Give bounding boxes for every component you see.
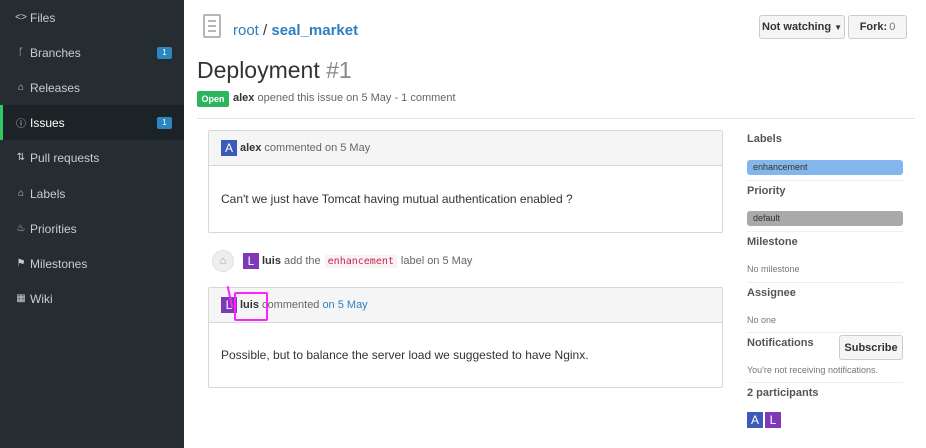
sidebar-item-label: Milestones [30,256,88,271]
comment-text: Possible, but to balance the server load… [221,348,589,362]
issue-meta-text: opened this issue on 5 May - 1 comment [257,92,456,104]
annotation-box [234,292,268,321]
fork-button-label: Fork: [859,21,888,33]
label-event: ⌂ L luis add the enhancement label on 5 … [212,250,472,272]
issue-title-text: Deployment [197,57,320,83]
divider [747,332,903,333]
repo-icon [203,14,221,38]
avatar[interactable]: L [765,412,781,428]
comment: A alex commented on 5 May Can't we just … [208,130,723,233]
event-author-link[interactable]: luis [262,255,281,267]
issue-icon: ⓘ [16,119,26,130]
sidebar-item-pull-requests[interactable]: ⇅ Pull requests [0,140,184,175]
assignee-heading[interactable]: Assignee [747,287,796,299]
fork-count: 0 [889,21,896,33]
comment-action: commented [261,299,320,311]
participants-list: A L [747,412,783,428]
sidebar-item-label: Branches [30,45,81,60]
divider [747,382,903,383]
watch-button[interactable]: Not watching ▼ [759,15,845,39]
sidebar-item-branches[interactable]: ᚴ Branches 1 [0,35,184,70]
tag-icon: ⌂ [212,250,234,272]
breadcrumb-repo-link[interactable]: seal_market [271,22,358,39]
notifications-status: You're not receiving notifications. [747,365,878,375]
sidebar-item-releases[interactable]: ⌂ Releases [0,70,184,105]
breadcrumb-owner-link[interactable]: root [233,22,259,39]
milestone-value: No milestone [747,264,800,274]
status-badge: Open [197,91,229,107]
pull-request-icon: ⇅ [16,152,26,163]
subscribe-button[interactable]: Subscribe [839,335,903,360]
avatar[interactable]: L [243,253,259,269]
branch-icon: ᚴ [18,47,24,58]
milestone-icon: ⚑ [16,258,26,269]
comment-action: commented on 5 May [264,142,371,154]
avatar[interactable]: A [747,412,763,428]
comment-date-link[interactable]: on 5 May [322,299,367,311]
comment: L luis commented on 5 May Possible, but … [208,287,723,388]
repo-sidebar: <> Files ᚴ Branches 1 ⌂ Releases ⓘ Issue… [0,0,184,448]
event-label-name: enhancement [324,254,397,268]
issue-number: #1 [326,57,352,83]
comment-text: Can't we just have Tomcat having mutual … [221,192,573,206]
avatar[interactable]: A [221,140,237,156]
book-icon: ▦ [16,293,26,304]
comment-body: Possible, but to balance the server load… [209,323,722,387]
issue-title: Deployment #1 [197,57,352,84]
breadcrumb: root / seal_market [233,22,358,39]
comment-header: A alex commented on 5 May [209,131,722,166]
comment-author-link[interactable]: alex [240,142,261,154]
assignee-value: No one [747,315,777,325]
sidebar-item-label: Issues [30,115,65,130]
code-icon: <> [15,12,27,23]
tag-icon: ⌂ [17,82,25,93]
watch-button-label: Not watching [762,21,832,33]
breadcrumb-separator: / [263,22,268,39]
comment-header: L luis commented on 5 May [209,288,722,323]
issue-meta: alex opened this issue on 5 May - 1 comm… [233,92,456,104]
sidebar-item-label: Labels [30,186,66,201]
fork-button[interactable]: Fork: 0 [848,15,907,39]
sidebar-item-label: Wiki [30,291,53,306]
milestone-heading[interactable]: Milestone [747,236,798,248]
tag-icon: ⌂ [17,188,25,199]
sidebar-item-label: Priorities [30,221,77,236]
priority-badge: default [747,211,903,226]
sidebar-item-label: Files [30,10,56,25]
event-text-after: label on 5 May [400,255,473,267]
sidebar-item-priorities[interactable]: ♨ Priorities [0,211,184,246]
caret-down-icon: ▼ [834,22,842,32]
flame-icon: ♨ [16,223,26,234]
issue-author-link[interactable]: alex [233,92,254,104]
priority-heading[interactable]: Priority [747,185,786,197]
participants-heading: 2 participants [747,387,819,399]
divider [747,180,903,181]
sidebar-item-wiki[interactable]: ▦ Wiki [0,281,184,316]
event-text: add the [283,255,321,267]
notifications-heading: Notifications [747,337,814,349]
divider [197,118,915,119]
comment-body: Can't we just have Tomcat having mutual … [209,166,722,232]
sidebar-item-issues[interactable]: ⓘ Issues 1 [0,105,184,140]
sidebar-item-label: Releases [30,80,81,95]
sidebar-item-label: Pull requests [30,150,100,165]
divider [747,231,903,232]
sidebar-item-labels[interactable]: ⌂ Labels [0,176,184,211]
sidebar-item-files[interactable]: <> Files [0,0,184,35]
branches-count-badge: 1 [157,47,172,59]
labels-heading[interactable]: Labels [747,133,782,145]
label-badge: enhancement [747,160,903,175]
sidebar-item-milestones[interactable]: ⚑ Milestones [0,246,184,281]
issues-count-badge: 1 [157,117,172,129]
divider [747,282,903,283]
